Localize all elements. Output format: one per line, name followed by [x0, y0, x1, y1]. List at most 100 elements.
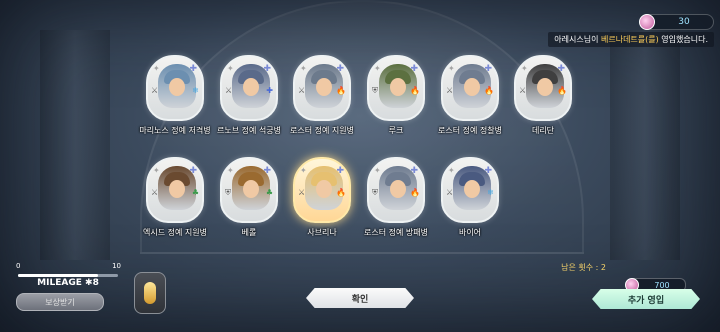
card-frame: ✦ ✚ ⛨ ♣	[220, 157, 278, 223]
rank-icon: ✦	[521, 64, 528, 73]
class-icon: ✚	[263, 166, 271, 176]
character-card[interactable]: ✦ ✚ ⚔ ✚ 르노브 정예 석궁병	[217, 55, 281, 135]
face	[316, 78, 332, 96]
class-icon: ✚	[263, 64, 271, 74]
face	[316, 180, 332, 198]
crossed-swords-icon: ⚔	[446, 188, 454, 197]
face	[243, 180, 259, 198]
fire-icon: 🔥	[557, 86, 567, 95]
fire-icon: 🔥	[336, 188, 346, 197]
coin-icon	[639, 14, 655, 30]
class-icon: ✚	[189, 166, 197, 176]
background-pillar	[40, 30, 110, 260]
character-card[interactable]: ✦ ✚ ⛨ 🔥 루크	[367, 55, 425, 135]
character-card[interactable]: ✦ ✚ ⛨ 🔥 로스터 정예 방패병	[364, 157, 428, 237]
mileage-value: 8	[92, 278, 99, 288]
fire-icon: 🔥	[410, 86, 420, 95]
class-icon: ✚	[410, 64, 418, 74]
crossed-swords-icon: ⚔	[446, 86, 454, 95]
rank-icon: ✦	[374, 64, 381, 73]
card-frame: ✦ ✚ ⚔ ❄	[441, 157, 499, 223]
crossed-swords-icon: ⚔	[151, 86, 159, 95]
class-icon: ✚	[484, 166, 492, 176]
class-icon: ✚	[410, 166, 418, 176]
fire-icon: 🔥	[336, 86, 346, 95]
card-frame: ✦ ✚ ⛨ 🔥	[367, 55, 425, 121]
clover-icon: ♣	[265, 188, 273, 197]
mileage-label: MILEAGE ✱8	[16, 278, 120, 288]
rank-icon: ✦	[300, 166, 307, 175]
rank-icon: ✦	[153, 166, 160, 175]
notice-suffix: 영입했습니다.	[658, 35, 708, 44]
claim-reward-button[interactable]: 보상받기	[16, 293, 104, 311]
character-card[interactable]: ✦ ✚ ⚔ 🔥 사브리나	[293, 157, 351, 237]
card-frame: ✦ ✚ ⚔ 🔥	[441, 55, 499, 121]
background-pillar	[610, 30, 680, 260]
clover-icon: ♣	[191, 188, 199, 197]
crossed-swords-icon: ⚔	[519, 86, 527, 95]
rank-icon: ✦	[300, 64, 307, 73]
trophy-glyph	[144, 282, 156, 304]
character-card[interactable]: ✦ ✚ ⚔ 🔥 로스터 정예 지원병	[290, 55, 354, 135]
snowflake-icon: ❄	[192, 86, 199, 95]
face	[243, 78, 259, 96]
card-frame: ✦ ✚ ⚔ 🔥	[293, 55, 351, 121]
crossed-swords-icon: ⚔	[151, 188, 159, 197]
coin-count: 30	[678, 17, 690, 27]
remaining-count: 남은 횟수 : 2	[561, 263, 606, 272]
mileage-fill	[18, 274, 98, 277]
confirm-button[interactable]: 확인	[306, 288, 414, 308]
star-icon: ✱	[85, 278, 93, 288]
class-icon: ✚	[336, 64, 344, 74]
character-card[interactable]: ✦ ✚ ⚔ 🔥 데리단	[514, 55, 572, 135]
cross-icon: ✚	[266, 86, 273, 95]
character-card[interactable]: ✦ ✚ ⚔ ❄ 바이어	[441, 157, 499, 237]
card-frame: ✦ ✚ ⚔ 🔥	[514, 55, 572, 121]
rank-icon: ✦	[448, 64, 455, 73]
extra-recruit-button[interactable]: 추가 영입	[592, 289, 700, 309]
card-frame: ✦ ✚ ⚔ ♣	[146, 157, 204, 223]
fire-icon: 🔥	[484, 86, 494, 95]
mileage-bar	[18, 274, 118, 277]
shield-icon: ⛨	[372, 86, 378, 95]
snowflake-icon: ❄	[487, 188, 494, 197]
notice-highlight: 베르나데트를(를)	[600, 35, 659, 44]
extra-cost-value: 700	[654, 280, 670, 290]
character-name: 바이어	[458, 228, 482, 237]
shield-icon: ⛨	[225, 188, 231, 197]
trophy-icon[interactable]	[134, 272, 166, 314]
face	[169, 180, 185, 198]
card-frame: ✦ ✚ ⚔ ❄	[146, 55, 204, 121]
face	[464, 78, 480, 96]
character-card[interactable]: ✦ ✚ ⛨ ♣ 베롤	[220, 157, 278, 237]
character-card[interactable]: ✦ ✚ ⚔ ❄ 마리노스 정예 저격병	[139, 55, 211, 135]
rank-icon: ✦	[227, 64, 234, 73]
face	[390, 78, 406, 96]
crossed-swords-icon: ⚔	[298, 188, 306, 197]
face	[537, 78, 553, 96]
character-name: 데리단	[531, 126, 555, 135]
card-frame: ✦ ✚ ⚔ ✚	[220, 55, 278, 121]
mileage-text: MILEAGE	[37, 278, 82, 288]
card-frame: ✦ ✚ ⚔ 🔥	[293, 157, 351, 223]
rank-icon: ✦	[227, 166, 234, 175]
class-icon: ✚	[336, 166, 344, 176]
coin-counter: 30	[639, 14, 714, 30]
shield-icon: ⛨	[372, 188, 378, 197]
crossed-swords-icon: ⚔	[298, 86, 306, 95]
notice-message: 아레시스님이 베르나데트를(를) 영입했습니다.	[548, 32, 714, 47]
face	[390, 180, 406, 198]
crossed-swords-icon: ⚔	[225, 86, 233, 95]
mileage-max: 10	[112, 262, 121, 270]
mileage-min: 0	[16, 262, 21, 270]
class-icon: ✚	[557, 64, 565, 74]
character-card[interactable]: ✦ ✚ ⚔ 🔥 로스터 정예 정찰병	[438, 55, 502, 135]
face	[464, 180, 480, 198]
character-card[interactable]: ✦ ✚ ⚔ ♣ 엑시드 정예 지원병	[143, 157, 207, 237]
recruit-notice: 30 아레시스님이 베르나데트를(를) 영입했습니다.	[548, 14, 714, 47]
fire-icon: 🔥	[410, 188, 420, 197]
face	[169, 78, 185, 96]
class-icon: ✚	[484, 64, 492, 74]
rank-icon: ✦	[374, 166, 381, 175]
class-icon: ✚	[189, 64, 197, 74]
